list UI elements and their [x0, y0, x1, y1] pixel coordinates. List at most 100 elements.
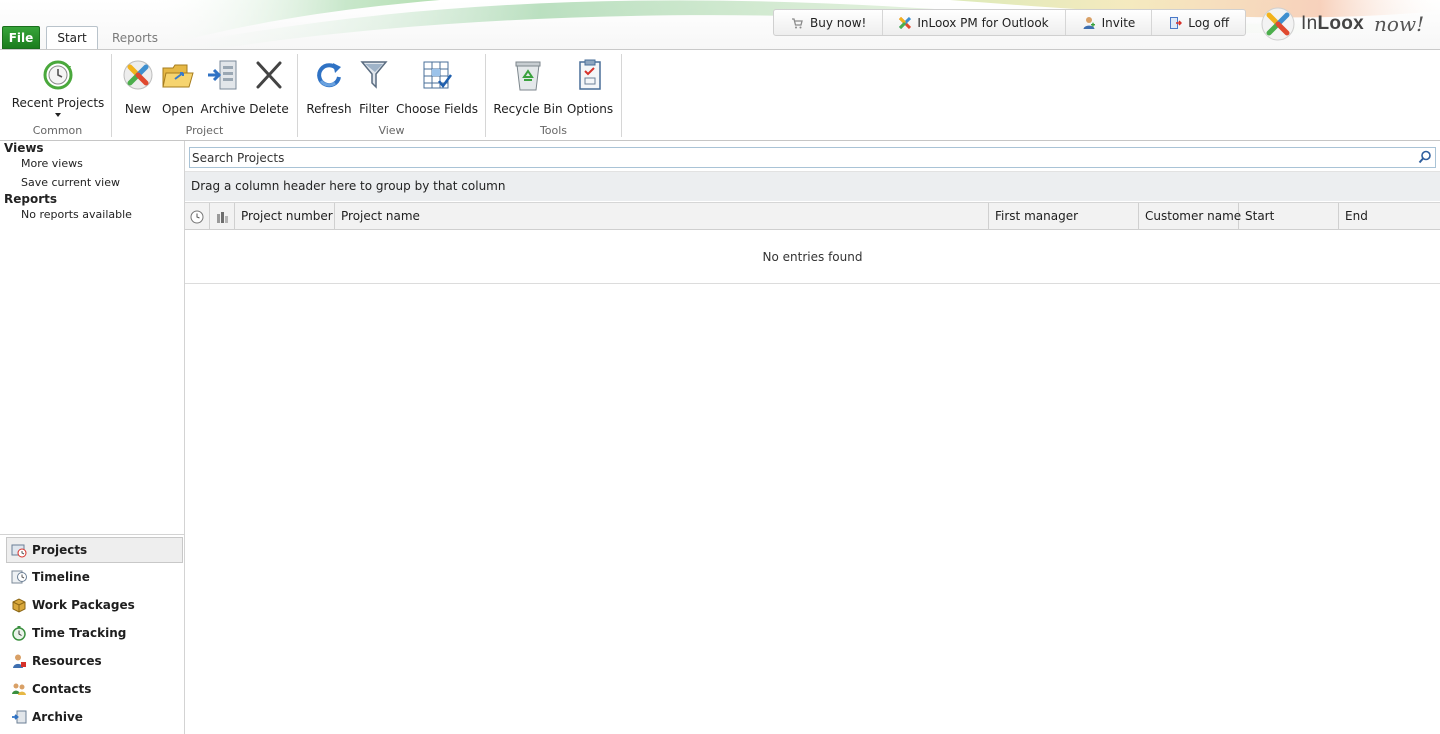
outlook-link[interactable]: InLoox PM for Outlook — [883, 10, 1066, 35]
left-panel: Views More views Save current view Repor… — [0, 141, 185, 734]
logo-brand-bold: Loox — [1317, 13, 1365, 34]
ribbon-group-common: Recent Projects Common — [4, 54, 112, 137]
reports-heading: Reports — [4, 192, 58, 206]
delete-icon — [251, 56, 287, 94]
archive-icon — [205, 56, 241, 94]
nav-item-work-packages[interactable]: Work Packages — [0, 591, 185, 619]
nav-label-time-tracking: Time Tracking — [32, 626, 127, 640]
log-off-icon — [1170, 16, 1183, 29]
app-header: File Start Reports Buy now! InLoox PM fo… — [0, 0, 1440, 50]
ribbon-group-label-view: View — [378, 124, 405, 137]
resources-icon — [11, 653, 27, 669]
options-icon — [572, 56, 608, 94]
ribbon-group-label-tools: Tools — [539, 124, 568, 137]
time-tracking-icon — [11, 625, 27, 641]
nav-item-time-tracking[interactable]: Time Tracking — [0, 619, 185, 647]
nav-label-work-packages: Work Packages — [32, 598, 135, 612]
delete-label: Delete — [249, 102, 289, 116]
search-box — [189, 147, 1436, 168]
log-off-link[interactable]: Log off — [1152, 10, 1245, 35]
ribbon-group-project: New Open Archive Delete Project — [112, 54, 298, 137]
group-by-drop-area[interactable]: Drag a column header here to group by th… — [185, 171, 1440, 201]
new-icon — [120, 56, 156, 94]
column-header-customer-name[interactable]: Customer name — [1139, 203, 1241, 230]
column-header-end[interactable]: End — [1339, 203, 1440, 230]
choose-fields-label: Choose Fields — [395, 102, 479, 116]
nav-item-archive[interactable]: Archive — [0, 703, 185, 731]
new-label: New — [124, 102, 152, 116]
more-views-link[interactable]: More views — [21, 157, 83, 170]
tab-reports[interactable]: Reports — [104, 27, 166, 49]
delete-button[interactable]: Delete — [248, 56, 290, 116]
invite-link[interactable]: Invite — [1066, 10, 1153, 35]
nav-label-resources: Resources — [32, 654, 102, 668]
logo-now: now! — [1374, 12, 1425, 36]
open-folder-icon — [160, 56, 196, 94]
nav-item-contacts[interactable]: Contacts — [0, 675, 185, 703]
save-current-view-link[interactable]: Save current view — [21, 176, 120, 189]
recent-projects-button[interactable]: Recent Projects — [11, 56, 105, 117]
choose-fields-button[interactable]: Choose Fields — [396, 56, 478, 116]
recent-projects-label: Recent Projects — [11, 96, 105, 110]
options-label: Options — [566, 102, 614, 116]
cart-icon — [792, 17, 803, 28]
top-links-bar: Buy now! InLoox PM for Outlook Invite Lo… — [773, 9, 1247, 36]
archive-label: Archive — [200, 102, 246, 116]
ribbon-group-label-common: Common — [32, 124, 83, 137]
invite-label: Invite — [1101, 15, 1136, 30]
ribbon-group-view: Refresh Filter Choose Fields View — [298, 54, 486, 137]
inloox-logo-icon — [1261, 7, 1295, 41]
nav-label-projects: Projects — [32, 543, 88, 557]
log-off-label: Log off — [1188, 15, 1230, 30]
column-header-first-manager[interactable]: First manager — [989, 203, 1139, 230]
refresh-icon — [311, 56, 347, 94]
search-icon[interactable] — [1418, 150, 1432, 167]
recycle-bin-button[interactable]: Recycle Bin — [493, 56, 563, 116]
nav-label-timeline: Timeline — [32, 570, 90, 584]
buy-now-link[interactable]: Buy now! — [774, 10, 884, 35]
ribbon-group-label-project: Project — [185, 124, 224, 137]
recent-projects-icon — [40, 56, 76, 94]
column-header-project-name[interactable]: Project name — [335, 203, 989, 230]
projects-icon — [11, 542, 27, 558]
timeline-icon — [11, 569, 27, 585]
no-reports-text: No reports available — [21, 208, 132, 221]
search-input[interactable] — [190, 148, 1410, 167]
open-button[interactable]: Open — [159, 56, 197, 116]
column-header-status[interactable] — [210, 203, 235, 230]
recycle-bin-label: Recycle Bin — [493, 102, 563, 116]
filter-button[interactable]: Filter — [356, 56, 392, 116]
ribbon: Recent Projects Common New Open Archive … — [0, 50, 1440, 141]
outlook-label: InLoox PM for Outlook — [917, 15, 1049, 30]
chevron-down-icon — [55, 113, 61, 117]
open-label: Open — [161, 102, 195, 116]
nav-label-archive: Archive — [32, 710, 83, 724]
new-button[interactable]: New — [120, 56, 156, 116]
logo-brand-pre: In — [1301, 13, 1318, 34]
archive-button[interactable]: Archive — [200, 56, 246, 116]
empty-state-message: No entries found — [185, 230, 1440, 284]
nav-item-resources[interactable]: Resources — [0, 647, 185, 675]
recycle-bin-icon — [510, 56, 546, 94]
views-heading: Views — [4, 141, 44, 155]
filter-icon — [356, 56, 392, 94]
user-add-icon — [1083, 16, 1095, 29]
refresh-button[interactable]: Refresh — [306, 56, 352, 116]
column-header-project-number[interactable]: Project number — [235, 203, 335, 230]
status-icon — [217, 211, 228, 223]
nav-item-projects[interactable]: Projects — [6, 537, 183, 563]
grid-header: Project number Project name First manage… — [185, 202, 1440, 230]
module-nav: Projects Timeline Work Packages Time Tra… — [0, 534, 185, 731]
tab-start[interactable]: Start — [46, 26, 98, 49]
tab-file[interactable]: File — [2, 26, 40, 49]
nav-label-contacts: Contacts — [32, 682, 92, 696]
nav-item-timeline[interactable]: Timeline — [0, 563, 185, 591]
column-header-start[interactable]: Start — [1239, 203, 1339, 230]
contacts-icon — [11, 681, 27, 697]
column-header-status-clock[interactable] — [185, 203, 210, 230]
projects-grid-area: Drag a column header here to group by th… — [185, 141, 1440, 734]
inloox-logo: InLoox now! — [1261, 6, 1437, 42]
archive-nav-icon — [11, 709, 27, 725]
options-button[interactable]: Options — [566, 56, 614, 116]
choose-fields-icon — [419, 56, 455, 94]
